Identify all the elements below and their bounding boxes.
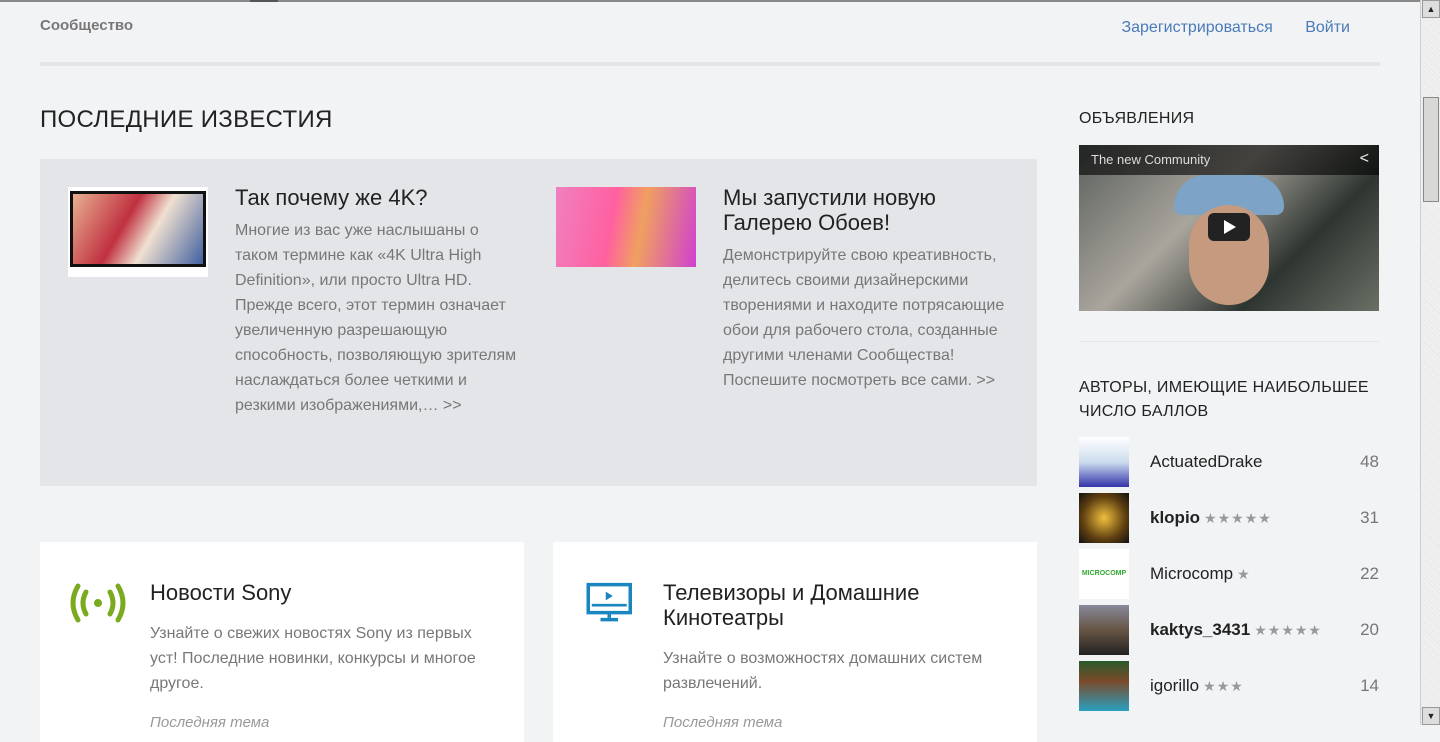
ads-heading: ОБЪЯВЛЕНИЯ [1079,110,1195,127]
author-row[interactable]: kaktys_3431 ★★★★★ 20 [1079,605,1379,655]
author-points: 22 [1360,564,1379,583]
author-name[interactable]: kaktys_3431 ★★★★★ [1150,620,1322,640]
avatar[interactable] [1079,437,1129,487]
author-points: 14 [1360,676,1379,695]
rank-stars: ★★★★★ [1254,622,1322,638]
last-topic-label: Последняя тема [663,714,783,731]
article-title[interactable]: Так почему же 4K? [235,185,535,210]
broadcast-icon [70,583,126,623]
author-name-text[interactable]: kaktys_3431 [1150,620,1250,639]
divider [1079,341,1379,342]
login-link[interactable]: Войти [1305,19,1350,36]
rank-stars: ★★★★★ [1204,510,1272,526]
scroll-up-button[interactable]: ▲ [1422,0,1440,18]
author-points: 48 [1360,452,1379,471]
author-name-text[interactable]: Microcomp [1150,564,1233,583]
author-name[interactable]: Microcomp ★ [1150,564,1251,584]
author-name-text[interactable]: igorillo [1150,676,1199,695]
category-text: Узнайте о возможностях домашних систем р… [663,650,983,692]
video-title[interactable]: The new Community [1079,145,1379,175]
avatar[interactable] [1079,605,1129,655]
rank-stars: ★ [1237,566,1251,582]
category-card-tv[interactable]: Телевизоры и Домашние Кинотеатры Узнайте… [553,542,1037,742]
author-name-text[interactable]: ActuatedDrake [1150,452,1262,471]
author-name[interactable]: ActuatedDrake [1150,452,1262,472]
scroll-thumb[interactable] [1423,97,1439,202]
category-title[interactable]: Новости Sony [150,580,490,605]
scroll-down-button[interactable]: ▼ [1422,707,1440,725]
last-topic-label: Последняя тема [150,714,270,731]
category-text: Узнайте о свежих новостях Sony из первых… [150,625,476,692]
avatar[interactable]: MICROCOMP [1079,549,1129,599]
news-panel: Так почему же 4K? Многие из вас уже насл… [40,159,1037,486]
avatar[interactable] [1079,661,1129,711]
article-title[interactable]: Мы запустили новую Галерею Обоев! [723,185,1023,235]
video-player[interactable]: The new Community < [1079,145,1379,311]
author-name-text[interactable]: klopio [1150,508,1200,527]
author-points: 20 [1360,620,1379,639]
author-name[interactable]: klopio ★★★★★ [1150,508,1272,528]
play-button[interactable] [1208,213,1250,241]
author-points: 31 [1360,508,1379,527]
category-title[interactable]: Телевизоры и Домашние Кинотеатры [663,580,1003,630]
vaio-wallpaper-image[interactable] [556,187,696,267]
author-row[interactable]: klopio ★★★★★ 31 [1079,493,1379,543]
tv-icon [586,582,632,622]
rank-stars: ★★★ [1203,678,1244,694]
category-card-sony-news[interactable]: Новости Sony Узнайте о свежих новостях S… [40,542,524,742]
article-text: Демонстрируйте свою креативность, делите… [723,247,1005,389]
news-heading: ПОСЛЕДНИЕ ИЗВЕСТИЯ [40,106,333,133]
vertical-scrollbar[interactable]: ▲ ▼ [1420,0,1440,725]
author-name[interactable]: igorillo ★★★ [1150,676,1244,696]
article-text: Многие из вас уже наслышаны о таком терм… [235,222,517,414]
author-row[interactable]: igorillo ★★★ 14 [1079,661,1379,711]
register-link[interactable]: Зарегистрироваться [1121,19,1272,36]
author-row[interactable]: ActuatedDrake 48 [1079,437,1379,487]
share-icon[interactable]: < [1360,150,1369,168]
tv-4k-image[interactable] [68,187,208,277]
author-row[interactable]: MICROCOMP Microcomp ★ 22 [1079,549,1379,599]
brand-link[interactable]: Сообщество [40,17,133,34]
nav: Зарегистрироваться Войти [1093,19,1350,37]
header: Сообщество Зарегистрироваться Войти [40,0,1380,66]
authors-heading: АВТОРЫ, ИМЕЮЩИЕ НАИБОЛЬШЕЕ ЧИСЛО БАЛЛОВ [1079,379,1369,420]
avatar[interactable] [1079,493,1129,543]
